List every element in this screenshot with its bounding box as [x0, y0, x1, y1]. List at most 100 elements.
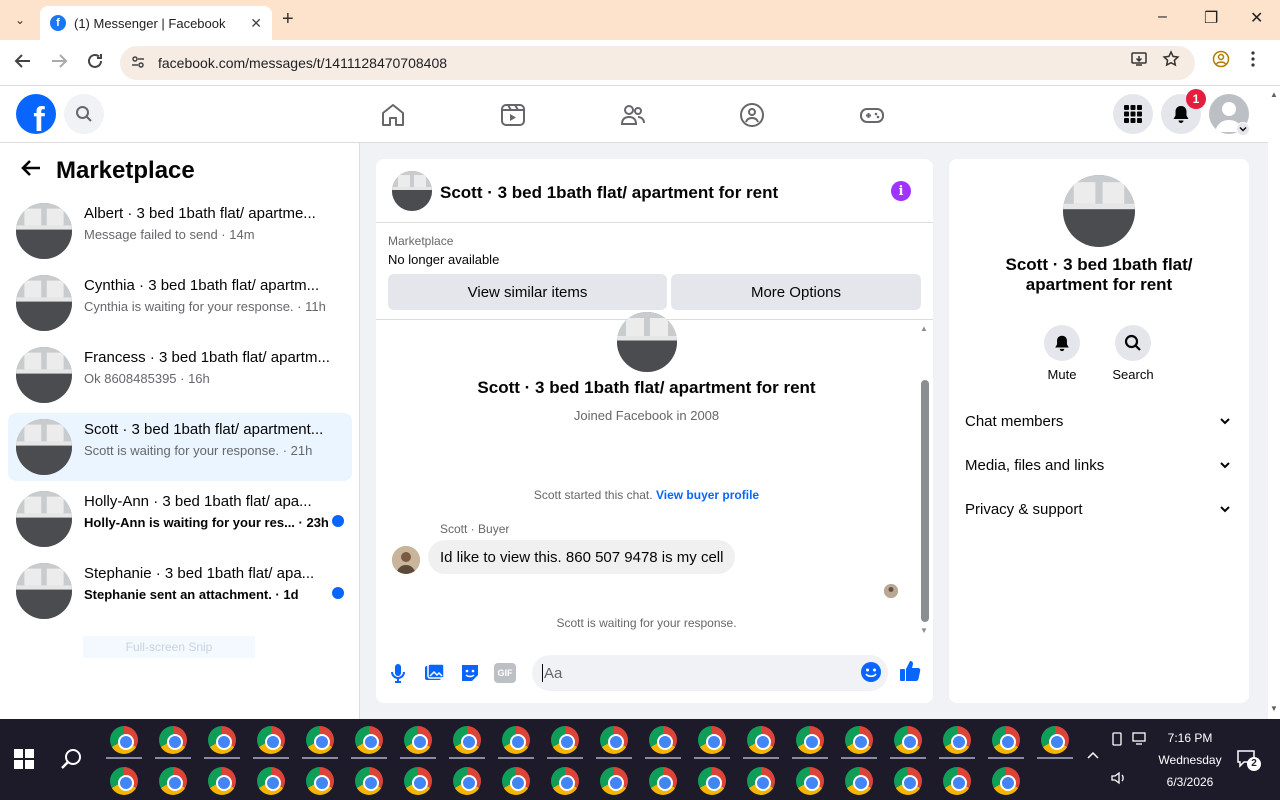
- scroll-up-arrow[interactable]: ▲: [920, 324, 928, 333]
- taskbar-chrome-window-icon[interactable]: [943, 767, 971, 795]
- message-input[interactable]: Aa: [532, 655, 888, 691]
- conversation-item[interactable]: Scott · 3 bed 1bath flat/ apartment... Sc…: [8, 413, 352, 481]
- browser-tab[interactable]: f (1) Messenger | Facebook ✕: [40, 6, 272, 40]
- taskbar-chrome-window-icon[interactable]: [600, 726, 628, 754]
- taskbar-chrome-window-icon[interactable]: [257, 726, 285, 754]
- taskbar-chrome-window-icon[interactable]: [796, 726, 824, 754]
- listing-thumbnail[interactable]: [392, 171, 432, 211]
- chat-scrollbar[interactable]: ▲ ▼: [917, 324, 931, 636]
- device-icon[interactable]: [1110, 732, 1124, 749]
- clock-day[interactable]: Wednesday: [1156, 753, 1224, 767]
- taskbar-chrome-window-icon[interactable]: [551, 767, 579, 795]
- window-close-button[interactable]: ✕: [1250, 8, 1263, 28]
- taskbar-search-button[interactable]: [60, 747, 84, 776]
- scroll-thumb[interactable]: [921, 380, 929, 622]
- profile-icon[interactable]: [1212, 50, 1230, 73]
- listing-photo-large[interactable]: [1063, 175, 1135, 247]
- tab-search-button[interactable]: ⌄: [8, 8, 32, 32]
- reload-button[interactable]: [86, 52, 104, 75]
- emoji-button[interactable]: [859, 660, 883, 684]
- taskbar-chrome-window-icon[interactable]: [159, 767, 187, 795]
- conversation-item[interactable]: Cynthia · 3 bed 1bath flat/ apartm... Cyn…: [8, 269, 352, 337]
- taskbar-chrome-window-icon[interactable]: [208, 767, 236, 795]
- tab-close-icon[interactable]: ✕: [250, 15, 262, 32]
- chat-members-section[interactable]: Chat members: [965, 403, 1237, 439]
- taskbar-chrome-window-icon[interactable]: [943, 726, 971, 754]
- taskbar-chrome-window-icon[interactable]: [355, 726, 383, 754]
- conversation-item[interactable]: Stephanie · 3 bed 1bath flat/ apa... Step…: [8, 557, 352, 625]
- gif-button[interactable]: GIF: [494, 663, 516, 683]
- new-tab-button[interactable]: +: [282, 8, 294, 31]
- taskbar-chrome-window-icon[interactable]: [600, 767, 628, 795]
- message-bubble[interactable]: Id like to view this. 860 507 9478 is my…: [428, 540, 736, 574]
- taskbar-chrome-window-icon[interactable]: [894, 726, 922, 754]
- taskbar-chrome-window-icon[interactable]: [747, 726, 775, 754]
- gaming-nav-button[interactable]: [859, 102, 885, 128]
- taskbar-chrome-window-icon[interactable]: [453, 726, 481, 754]
- bookmark-star-icon[interactable]: [1162, 50, 1180, 73]
- clock-date[interactable]: 6/3/2026: [1160, 775, 1220, 789]
- sticker-button[interactable]: [458, 661, 482, 685]
- back-button[interactable]: [14, 52, 32, 75]
- view-buyer-profile-link[interactable]: View buyer profile: [656, 488, 759, 502]
- more-options-button[interactable]: More Options: [671, 274, 921, 310]
- taskbar-chrome-window-icon[interactable]: [845, 726, 873, 754]
- menu-button[interactable]: [1113, 94, 1153, 134]
- taskbar-chrome-window-icon[interactable]: [404, 726, 432, 754]
- view-similar-items-button[interactable]: View similar items: [388, 274, 667, 310]
- search-in-chat-button[interactable]: Search: [1103, 325, 1163, 382]
- privacy-support-section[interactable]: Privacy & support: [965, 491, 1237, 527]
- mute-button[interactable]: Mute: [1032, 325, 1092, 382]
- attach-photo-button[interactable]: [422, 661, 446, 685]
- clock-time[interactable]: 7:16 PM: [1160, 731, 1220, 745]
- friends-nav-button[interactable]: [620, 102, 646, 128]
- taskbar-chrome-window-icon[interactable]: [110, 726, 138, 754]
- conversation-item[interactable]: Albert · 3 bed 1bath flat/ apartme... Mes…: [8, 197, 352, 265]
- taskbar-chrome-window-icon[interactable]: [992, 767, 1020, 795]
- taskbar-chrome-window-icon[interactable]: [698, 767, 726, 795]
- account-chevron-icon[interactable]: [1236, 122, 1250, 136]
- network-icon[interactable]: [1132, 732, 1150, 749]
- home-nav-button[interactable]: [380, 102, 406, 128]
- conversation-item[interactable]: Holly-Ann · 3 bed 1bath flat/ apa... Holl…: [8, 485, 352, 553]
- taskbar-chrome-window-icon[interactable]: [453, 767, 481, 795]
- sender-avatar[interactable]: [392, 546, 420, 574]
- taskbar-chrome-window-icon[interactable]: [992, 726, 1020, 754]
- restore-button[interactable]: ❐: [1204, 8, 1218, 28]
- taskbar-chrome-window-icon[interactable]: [649, 726, 677, 754]
- taskbar-chrome-window-icon[interactable]: [208, 726, 236, 754]
- facebook-logo[interactable]: f: [16, 94, 56, 134]
- taskbar-chrome-window-icon[interactable]: [257, 767, 285, 795]
- taskbar-chrome-window-icon[interactable]: [796, 767, 824, 795]
- taskbar-chrome-window-icon[interactable]: [159, 726, 187, 754]
- facebook-search-button[interactable]: [64, 94, 104, 134]
- video-nav-button[interactable]: [500, 102, 526, 128]
- page-scrollbar[interactable]: ▲ ▼: [1268, 86, 1280, 719]
- taskbar-chrome-window-icon[interactable]: [306, 726, 334, 754]
- address-bar[interactable]: facebook.com/messages/t/1411128470708408: [120, 46, 1195, 80]
- taskbar-chrome-window-icon[interactable]: [110, 767, 138, 795]
- page-scroll-down[interactable]: ▼: [1270, 704, 1278, 713]
- taskbar-chrome-window-icon[interactable]: [502, 726, 530, 754]
- browser-menu-icon[interactable]: [1250, 50, 1256, 73]
- show-hidden-icons-chevron[interactable]: [1086, 749, 1100, 763]
- voice-clip-button[interactable]: [386, 661, 410, 685]
- groups-nav-button[interactable]: [739, 102, 765, 128]
- install-app-icon[interactable]: [1130, 50, 1148, 73]
- taskbar-chrome-window-icon[interactable]: [698, 726, 726, 754]
- forward-button[interactable]: [50, 52, 68, 75]
- taskbar-chrome-window-icon[interactable]: [502, 767, 530, 795]
- taskbar-chrome-window-icon[interactable]: [747, 767, 775, 795]
- taskbar-chrome-window-icon[interactable]: [404, 767, 432, 795]
- taskbar-chrome-window-icon[interactable]: [306, 767, 334, 795]
- taskbar-chrome-window-icon[interactable]: [845, 767, 873, 795]
- taskbar-chrome-window-icon[interactable]: [1041, 726, 1069, 754]
- volume-icon[interactable]: [1110, 771, 1128, 788]
- start-button[interactable]: [14, 749, 34, 774]
- site-info-icon[interactable]: [130, 54, 146, 73]
- page-scroll-up[interactable]: ▲: [1270, 90, 1278, 99]
- media-files-links-section[interactable]: Media, files and links: [965, 447, 1237, 483]
- minimize-button[interactable]: –: [1158, 8, 1167, 26]
- conversation-item[interactable]: Francess · 3 bed 1bath flat/ apartm... Ok…: [8, 341, 352, 409]
- back-arrow-button[interactable]: [20, 157, 42, 186]
